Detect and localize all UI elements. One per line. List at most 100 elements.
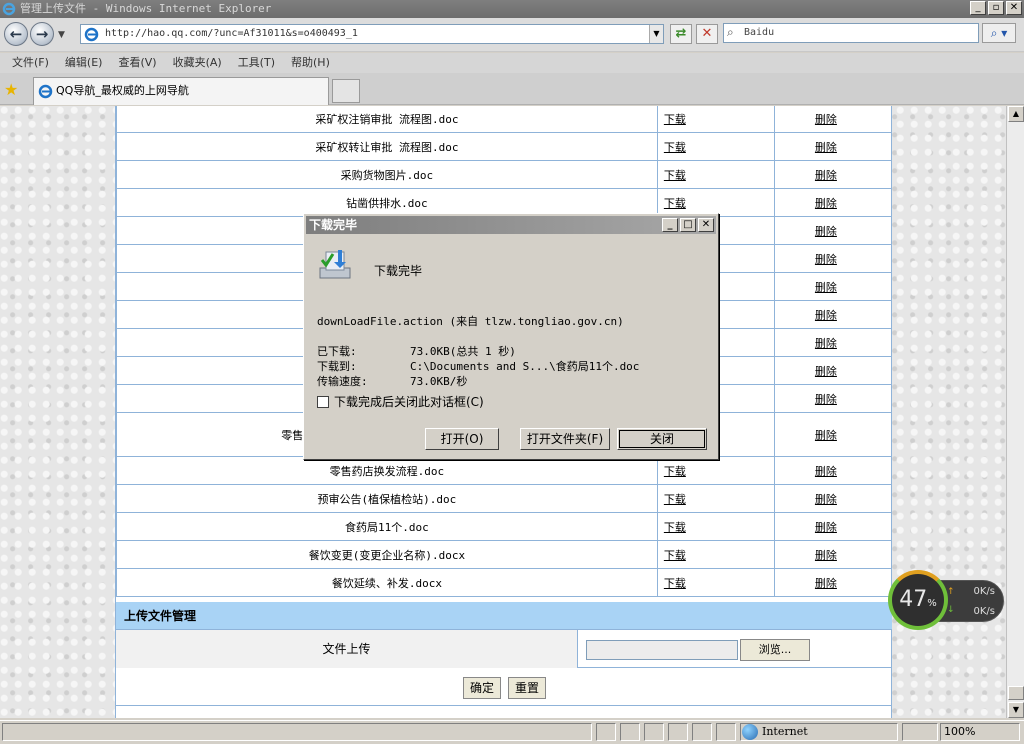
scroll-down-arrow-icon[interactable]: ▼	[1008, 702, 1024, 718]
dialog-title: 下载完毕	[309, 218, 358, 232]
delete-cell: 删除	[773, 188, 893, 217]
delete-link[interactable]: 删除	[815, 493, 837, 506]
delete-cell: 删除	[773, 272, 893, 301]
new-tab-button[interactable]	[332, 79, 360, 103]
downloaded-label: 已下载:	[317, 345, 357, 358]
saved-to-label: 下载到:	[317, 360, 357, 373]
file-name: 零售药店换发流程.doc	[116, 456, 658, 485]
favorites-star-icon[interactable]: ★	[4, 80, 18, 99]
download-link[interactable]: 下载	[664, 549, 686, 562]
confirm-button[interactable]: 确定	[463, 677, 502, 699]
browse-button[interactable]: 浏览...	[740, 639, 810, 661]
delete-link[interactable]: 删除	[815, 393, 837, 406]
restore-button[interactable]: ▫	[988, 1, 1004, 15]
tab-qq-nav[interactable]: QQ导航_最权威的上网导航	[33, 77, 329, 105]
menu-tools[interactable]: 工具(T)	[230, 53, 283, 73]
upload-section-title: 上传文件管理	[116, 602, 892, 630]
refresh-button[interactable]: ⇄	[670, 24, 692, 44]
download-cell: 下载	[656, 132, 775, 161]
address-url[interactable]: http://hao.qq.com/?unc=Af31011&s=o400493…	[105, 25, 358, 43]
dialog-minimize-button[interactable]: _	[662, 218, 678, 232]
download-cell: 下载	[656, 160, 775, 189]
file-path-input[interactable]	[586, 640, 738, 660]
download-source: downLoadFile.action (来自 tlzw.tongliao.go…	[317, 315, 624, 328]
menu-edit[interactable]: 编辑(E)	[57, 53, 111, 73]
menu-view[interactable]: 查看(V)	[110, 53, 164, 73]
download-link[interactable]: 下载	[664, 141, 686, 154]
delete-link[interactable]: 删除	[815, 465, 837, 478]
download-complete-icon	[319, 250, 351, 279]
scroll-up-arrow-icon[interactable]: ▲	[1008, 106, 1024, 122]
table-row: 餐饮延续、补发.docx 下载 删除	[116, 568, 893, 597]
delete-link[interactable]: 删除	[815, 521, 837, 534]
table-row: 采矿权注销审批 流程图.doc 下载 删除	[116, 106, 893, 133]
checkbox-box[interactable]	[317, 396, 329, 408]
delete-link[interactable]: 删除	[815, 577, 837, 590]
saved-to-row: 下载到: C:\Documents and S...\食药局11个.doc	[317, 358, 639, 374]
status-cell	[692, 723, 712, 741]
file-name: 餐饮延续、补发.docx	[116, 568, 658, 597]
delete-link[interactable]: 删除	[815, 549, 837, 562]
dialog-maximize-button[interactable]: □	[680, 218, 696, 232]
ie-tab-icon	[38, 84, 53, 99]
ie-page-icon	[84, 27, 99, 42]
download-link[interactable]: 下载	[664, 493, 686, 506]
zoom-level[interactable]: 100%	[944, 725, 975, 738]
address-bar[interactable]: http://hao.qq.com/?unc=Af31011&s=o400493…	[80, 24, 664, 44]
delete-link[interactable]: 删除	[815, 429, 837, 442]
close-button[interactable]: 关闭	[617, 428, 707, 450]
menu-file[interactable]: 文件(F)	[4, 53, 57, 73]
back-button[interactable]: ←	[4, 22, 28, 46]
delete-link[interactable]: 删除	[815, 281, 837, 294]
network-monitor-widget[interactable]: ↑ 0K/s ↓ 0K/s 47%	[888, 570, 1006, 632]
reset-button[interactable]: 重置	[508, 677, 547, 699]
delete-link[interactable]: 删除	[815, 141, 837, 154]
file-name: 食药局11个.doc	[116, 512, 658, 541]
protected-mode-cell[interactable]	[902, 723, 938, 741]
download-arrow-icon: ↓	[947, 605, 955, 615]
download-link[interactable]: 下载	[664, 197, 686, 210]
menu-bar: 文件(F) 编辑(E) 查看(V) 收藏夹(A) 工具(T) 帮助(H)	[0, 53, 1024, 73]
delete-link[interactable]: 删除	[815, 309, 837, 322]
delete-link[interactable]: 删除	[815, 197, 837, 210]
download-link[interactable]: 下载	[664, 465, 686, 478]
delete-link[interactable]: 删除	[815, 365, 837, 378]
status-cell	[668, 723, 688, 741]
delete-cell: 删除	[773, 106, 893, 133]
forward-button[interactable]: →	[30, 22, 54, 46]
dialog-close-button[interactable]: ✕	[698, 218, 714, 232]
upload-rate: 0K/s	[973, 586, 996, 597]
minimize-button[interactable]: _	[970, 1, 986, 15]
delete-link[interactable]: 删除	[815, 253, 837, 266]
close-when-done-checkbox[interactable]: 下载完成后关闭此对话框(C)	[317, 393, 484, 410]
search-button[interactable]: ⌕ ▾	[982, 23, 1016, 43]
download-link[interactable]: 下载	[664, 113, 686, 126]
download-link[interactable]: 下载	[664, 577, 686, 590]
delete-link[interactable]: 删除	[815, 225, 837, 238]
delete-link[interactable]: 删除	[815, 169, 837, 182]
menu-favorites[interactable]: 收藏夹(A)	[165, 53, 230, 73]
search-input[interactable]: ⌕ Baidu	[723, 23, 979, 43]
delete-cell: 删除	[773, 356, 893, 385]
scroll-thumb[interactable]	[1008, 686, 1024, 700]
stop-button[interactable]: ✕	[696, 24, 718, 44]
address-toolbar: ← → ▼ http://hao.qq.com/?unc=Af31011&s=o…	[0, 18, 1024, 52]
delete-link[interactable]: 删除	[815, 337, 837, 350]
delete-cell: 删除	[773, 540, 893, 569]
download-link[interactable]: 下载	[664, 521, 686, 534]
open-folder-button[interactable]: 打开文件夹(F)	[520, 428, 610, 450]
status-text-cell	[2, 723, 592, 741]
open-button[interactable]: 打开(O)	[425, 428, 499, 450]
address-dropdown-icon[interactable]: ▼	[649, 25, 663, 43]
menu-help[interactable]: 帮助(H)	[283, 53, 338, 73]
delete-link[interactable]: 删除	[815, 113, 837, 126]
close-window-button[interactable]: ✕	[1006, 1, 1022, 15]
download-cell: 下载	[656, 456, 775, 485]
status-cell	[644, 723, 664, 741]
download-link[interactable]: 下载	[664, 169, 686, 182]
download-complete-dialog: 下载完毕 _ □ ✕ 下载完毕 downLoadFile.action (来自 …	[303, 213, 719, 460]
downloaded-value: 73.0KB(总共 1 秒)	[410, 345, 516, 358]
recent-pages-dropdown-icon[interactable]: ▼	[58, 30, 65, 40]
file-name: 采购货物图片.doc	[116, 160, 658, 189]
vertical-scrollbar[interactable]: ▲ ▼	[1006, 106, 1024, 718]
